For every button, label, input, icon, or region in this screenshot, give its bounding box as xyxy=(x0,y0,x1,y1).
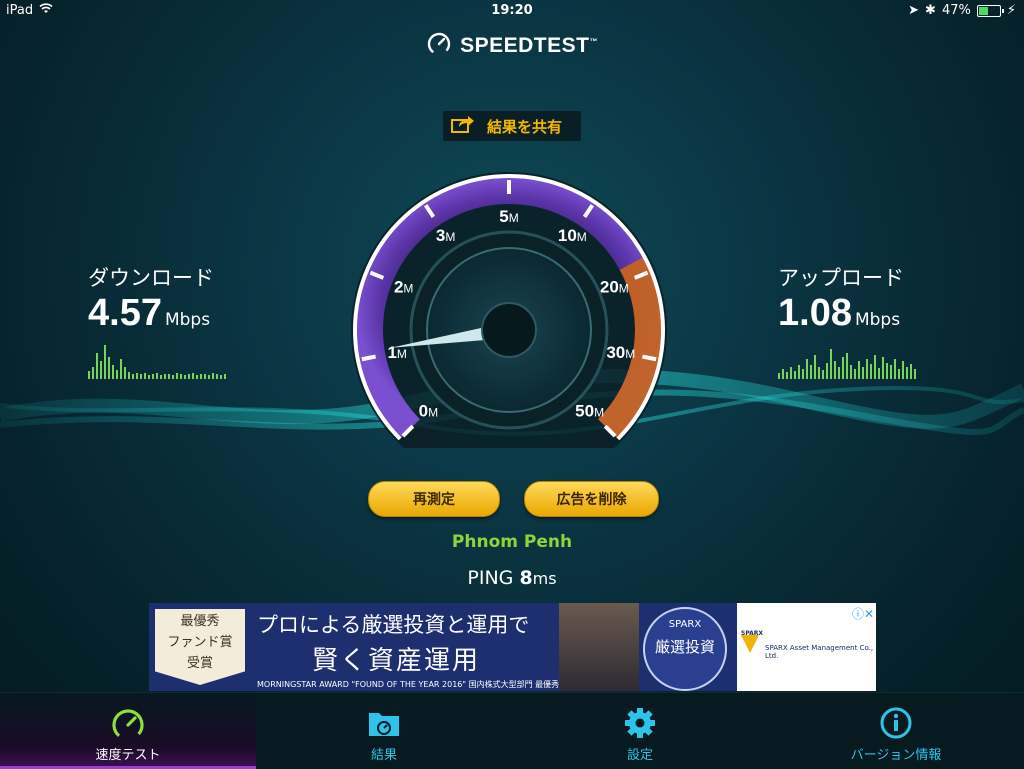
speed-gauge: 0M1M2M3M5M10M20M30M50M xyxy=(351,172,667,448)
gear-icon xyxy=(622,707,658,743)
tab-speed-test[interactable]: 速度テスト xyxy=(0,693,256,769)
tab-label: バージョン情報 xyxy=(850,748,942,763)
tab-label: 設定 xyxy=(626,748,653,763)
seal-main: 厳選投資 xyxy=(654,638,715,656)
upload-value: 1.08 xyxy=(778,292,852,334)
retest-button[interactable]: 再測定 xyxy=(368,481,500,517)
ad-headline2: 賢く資産運用 xyxy=(312,646,481,676)
tab-settings[interactable]: 設定 xyxy=(512,693,768,769)
ad-close-icon[interactable]: ⓘ✕ xyxy=(852,605,874,622)
download-label: ダウンロード xyxy=(88,266,214,290)
ad-banner[interactable]: 最優秀 ファンド賞 受賞 プロによる厳選投資と運用で 賢く資産運用 MORNIN… xyxy=(149,603,876,691)
remove-ads-button[interactable]: 広告を削除 xyxy=(524,481,659,517)
server-location: Phnom Penh xyxy=(451,532,573,552)
folder-icon xyxy=(366,707,402,743)
info-icon xyxy=(878,707,914,743)
sparx-logo-icon xyxy=(741,635,759,653)
award-line2: ファンド賞 xyxy=(167,635,233,650)
award-badge: 最優秀 ファンド賞 受賞 xyxy=(155,609,245,685)
sponsor-brand: SPARX xyxy=(741,630,764,637)
clock: 19:20 xyxy=(491,3,533,18)
share-icon xyxy=(451,115,475,137)
ping-readout: PING 8ms xyxy=(0,567,1024,589)
tab-label: 速度テスト xyxy=(95,748,161,763)
trademark: ™ xyxy=(589,37,598,46)
upload-label: アップロード xyxy=(778,266,904,290)
ad-seal: SPARX 厳選投資 xyxy=(643,607,727,691)
ping-unit: ms xyxy=(532,569,557,588)
status-bar: iPad 19:20 ➤ ✱ 47% ⚡ xyxy=(0,0,1024,22)
seal-top: SPARX xyxy=(668,619,702,630)
award-line3: 受賞 xyxy=(186,656,213,671)
share-results-button[interactable]: 結果を共有 xyxy=(443,111,581,141)
gauge-tick xyxy=(641,354,657,362)
battery-icon xyxy=(976,4,1004,17)
award-line1: 最優秀 xyxy=(180,614,220,629)
tab-bar: 速度テスト 結果 設定 バージョン情報 xyxy=(0,692,1024,769)
share-label: 結果を共有 xyxy=(487,117,563,136)
speedometer-icon xyxy=(110,707,146,743)
gauge-tick xyxy=(361,354,377,362)
speedometer-logo-icon xyxy=(426,30,452,62)
ping-label: PING xyxy=(467,567,514,589)
battery-percent: 47% xyxy=(941,3,971,18)
tab-results[interactable]: 結果 xyxy=(256,693,512,769)
tab-about[interactable]: バージョン情報 xyxy=(768,693,1024,769)
ad-sponsor-panel: ⓘ✕ SPARX SPARX Asset Management Co., Ltd… xyxy=(737,603,876,691)
app-title: SPEEDTEST xyxy=(460,34,590,57)
app-logo: SPEEDTEST™ xyxy=(0,30,1024,62)
ad-person-photo xyxy=(559,603,639,691)
upload-unit: Mbps xyxy=(854,310,901,330)
ping-value: 8 xyxy=(519,567,533,589)
bluetooth-icon: ✱ xyxy=(925,3,936,18)
location-arrow-icon: ➤ xyxy=(908,3,920,18)
ad-headline: プロによる厳選投資と運用で xyxy=(257,613,530,637)
download-value: 4.57 xyxy=(88,292,162,334)
charging-icon: ⚡ xyxy=(1006,3,1016,18)
tab-label: 結果 xyxy=(370,748,397,763)
sponsor-name: SPARX Asset Management Co., Ltd. xyxy=(765,644,874,660)
download-unit: Mbps xyxy=(164,310,211,330)
